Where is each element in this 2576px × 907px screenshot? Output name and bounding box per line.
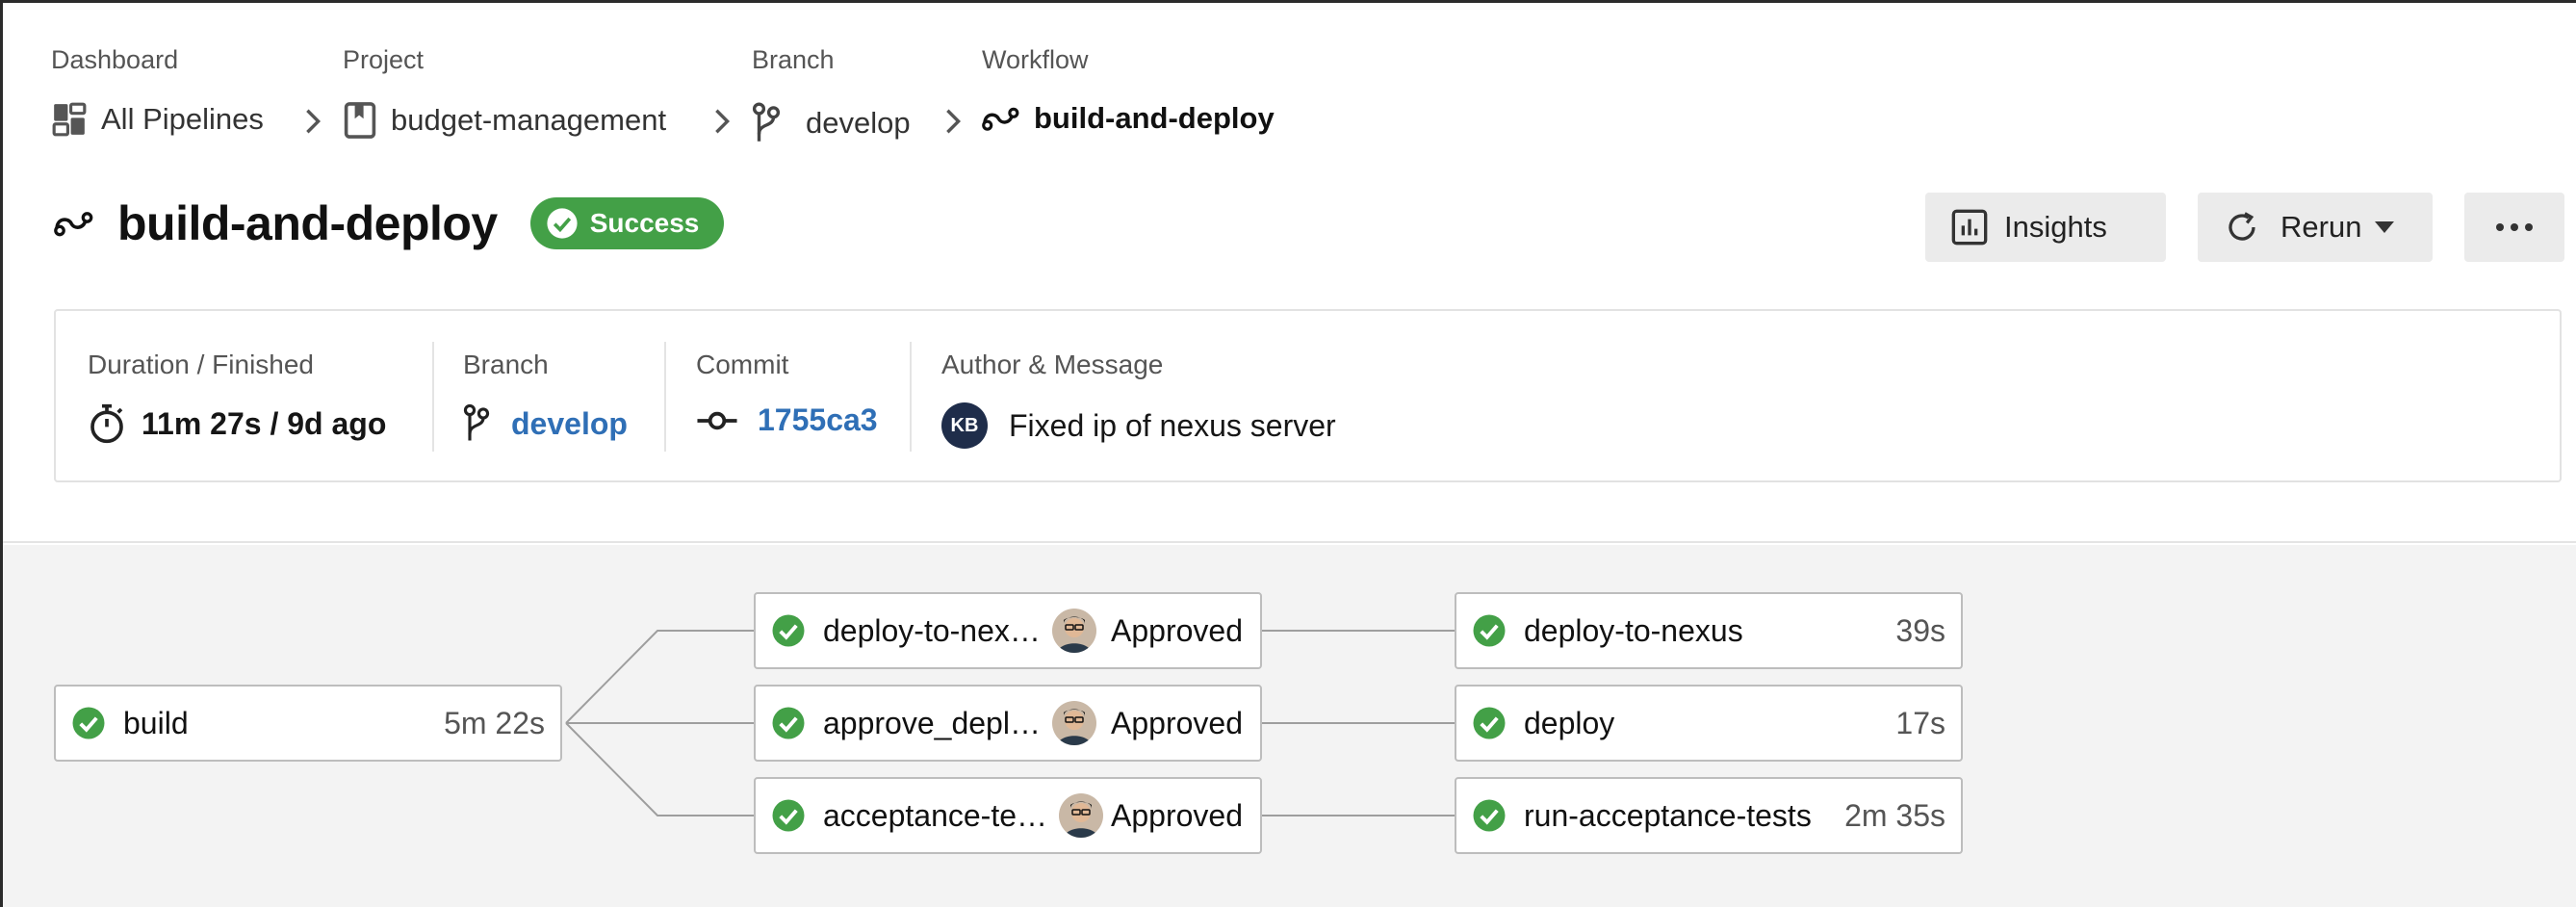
branch-row: develop [463, 402, 628, 445]
chevron-right-icon [712, 107, 732, 136]
commit-message: Fixed ip of nexus server [1009, 407, 1336, 443]
job-duration: 17s [1895, 705, 1945, 740]
job-duration: 5m 22s [444, 705, 545, 740]
workflow-icon [982, 104, 1020, 133]
job-name: build [123, 705, 189, 740]
chevron-right-icon [303, 107, 322, 136]
rerun-button[interactable]: Rerun [2198, 193, 2433, 262]
duration-row: 11m 27s / 9d ago [88, 402, 386, 445]
breadcrumb-value: develop [806, 106, 911, 140]
author-section: Author & Message KB Fixed ip of nexus se… [941, 350, 1336, 449]
bar-chart-icon [1950, 208, 1989, 246]
commit-section: Commit 1755ca3 [696, 350, 878, 437]
page-title-row: build-and-deploy Success [54, 195, 725, 251]
ellipsis-icon [2495, 222, 2534, 232]
insights-label: Insights [2004, 210, 2107, 244]
author-row: KB Fixed ip of nexus server [941, 402, 1336, 449]
workflow-summary-card: Duration / Finished 11m 27s / 9d ago Bra… [54, 309, 2562, 482]
job-build[interactable]: build 5m 22s [54, 685, 562, 762]
job-approval[interactable]: approve_depl… Approved [754, 685, 1262, 762]
insights-button[interactable]: Insights [1925, 193, 2166, 262]
breadcrumb-value-row: budget-management [343, 101, 666, 140]
avatar [1051, 609, 1096, 653]
more-options-button[interactable] [2464, 193, 2564, 262]
approval-status: Approved [1111, 612, 1243, 648]
avatar: KB [941, 402, 988, 449]
dashboard-icon [51, 101, 88, 138]
breadcrumb-label: Branch [752, 45, 835, 74]
connector-line [565, 630, 754, 724]
workflow-graph: build 5m 22s deploy-to-nex… Approved app… [3, 545, 2576, 907]
breadcrumb-branch[interactable]: Branch develop [752, 45, 911, 142]
stopwatch-icon [88, 402, 126, 445]
duration-value: 11m 27s / 9d ago [142, 405, 387, 441]
commit-icon [696, 409, 738, 432]
check-circle-icon [1472, 798, 1507, 833]
branch-section: Branch develop [463, 350, 628, 441]
job-approval[interactable]: acceptance-te… Approved [754, 777, 1262, 854]
workflow-header-area: Dashboard All Pipelines Project budget-m… [3, 3, 2576, 543]
check-circle-icon [771, 798, 806, 833]
divider [910, 342, 912, 452]
breadcrumb-label: Project [343, 45, 425, 74]
approval-status: Approved [1111, 705, 1243, 740]
job-deploy[interactable]: deploy-to-nexus 39s [1455, 592, 1963, 669]
connector-line [565, 722, 754, 816]
breadcrumb-value-row: All Pipelines [51, 101, 264, 138]
breadcrumb-workflow[interactable]: Workflow build-and-deploy [982, 45, 1275, 135]
job-name: acceptance-te… [823, 797, 1048, 833]
job-name: run-acceptance-tests [1524, 797, 1812, 833]
job-name: deploy-to-nexus [1524, 612, 1743, 648]
project-icon [343, 101, 377, 140]
check-circle-icon [1472, 706, 1507, 740]
rerun-label: Rerun [2280, 210, 2362, 244]
status-badge: Success [529, 197, 725, 249]
breadcrumb-value: All Pipelines [101, 102, 264, 136]
status-label: Success [589, 208, 700, 238]
chevron-right-icon [943, 107, 963, 136]
commit-link[interactable]: 1755ca3 [758, 402, 878, 438]
commit-row: 1755ca3 [696, 402, 878, 438]
commit-label: Commit [696, 350, 789, 379]
breadcrumb-label: Workflow [982, 45, 1089, 74]
divider [432, 342, 434, 452]
job-deploy[interactable]: run-acceptance-tests 2m 35s [1455, 777, 1963, 854]
avatar [1051, 701, 1096, 745]
duration-label: Duration / Finished [88, 350, 315, 379]
page-title: build-and-deploy [117, 196, 498, 250]
job-name: approve_depl… [823, 705, 1041, 740]
breadcrumb-project[interactable]: Project budget-management [343, 45, 666, 139]
duration-section: Duration / Finished 11m 27s / 9d ago [88, 350, 386, 444]
breadcrumb-value-row: build-and-deploy [982, 101, 1275, 136]
check-circle-icon [771, 706, 806, 740]
branch-icon [463, 402, 490, 445]
branch-link[interactable]: develop [511, 406, 628, 442]
job-duration: 2m 35s [1844, 797, 1945, 833]
refresh-icon [2225, 210, 2259, 245]
divider [664, 342, 666, 452]
breadcrumb-value: budget-management [391, 103, 667, 137]
check-circle-icon [71, 706, 106, 740]
check-circle-icon [1472, 613, 1507, 648]
breadcrumb-value: build-and-deploy [1034, 101, 1275, 135]
check-circle-icon [546, 207, 579, 240]
breadcrumb-value-row: develop [752, 101, 911, 145]
job-name: deploy-to-nex… [823, 612, 1041, 648]
job-deploy[interactable]: deploy 17s [1455, 685, 1963, 762]
job-duration: 39s [1895, 612, 1945, 648]
branch-icon [752, 101, 781, 145]
caret-down-icon [2375, 221, 2395, 233]
breadcrumb-dashboard[interactable]: Dashboard All Pipelines [51, 45, 264, 137]
workflow-icon [54, 208, 94, 239]
branch-label: Branch [463, 350, 549, 379]
approval-status: Approved [1111, 797, 1243, 833]
author-label: Author & Message [941, 350, 1164, 379]
job-approval[interactable]: deploy-to-nex… Approved [754, 592, 1262, 669]
breadcrumb-label: Dashboard [51, 45, 179, 74]
job-name: deploy [1524, 705, 1615, 740]
check-circle-icon [771, 613, 806, 648]
avatar [1059, 793, 1104, 838]
